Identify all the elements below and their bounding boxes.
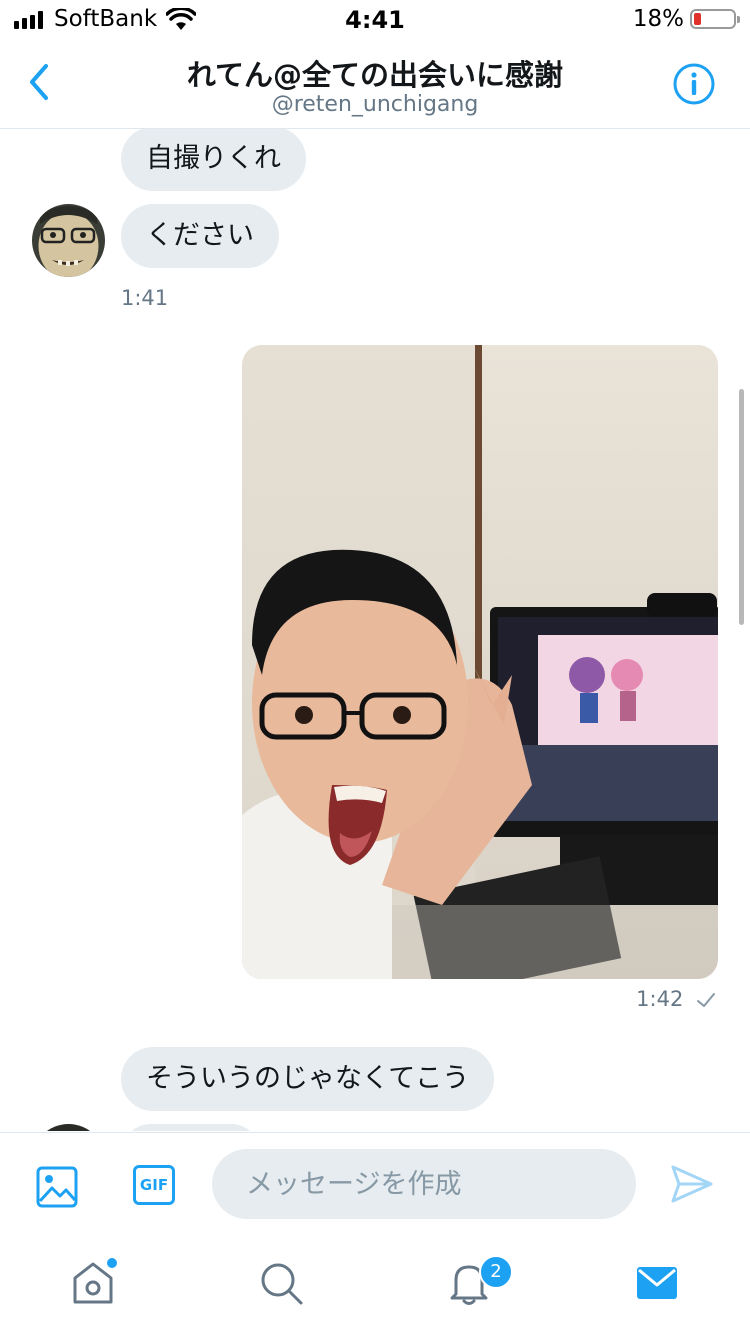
battery-percent: 18% xyxy=(632,6,684,32)
image-icon[interactable] xyxy=(35,1165,79,1209)
tab-bar xyxy=(0,1234,750,1334)
message-timestamp: 1:41 xyxy=(121,286,169,310)
back-chevron-icon[interactable] xyxy=(24,62,54,102)
send-icon[interactable] xyxy=(669,1161,715,1207)
messages-icon[interactable] xyxy=(632,1258,682,1308)
gif-button[interactable]: GIF xyxy=(133,1165,175,1205)
scrollbar[interactable] xyxy=(739,389,744,625)
checkmark-icon xyxy=(697,993,715,1007)
battery-icon xyxy=(690,9,740,29)
message-input[interactable] xyxy=(212,1149,636,1219)
incoming-message-bubble[interactable]: ください xyxy=(121,204,279,268)
status-bar: SoftBank 4:41 18% xyxy=(0,0,750,40)
conversation-header: れてん@全ての出会いに感謝 @reten_unchigang xyxy=(0,40,750,129)
selfie-image xyxy=(242,345,718,979)
notifications-badge: 2 xyxy=(479,1255,513,1289)
message-timestamp: 1:42 xyxy=(636,987,684,1011)
conversation-title[interactable]: れてん@全ての出会いに感謝 xyxy=(100,52,650,94)
message-composer: GIF xyxy=(0,1132,750,1235)
search-icon[interactable] xyxy=(256,1258,306,1308)
info-icon[interactable] xyxy=(672,62,716,106)
battery-level xyxy=(694,13,701,25)
incoming-message-bubble[interactable]: そういうのじゃなくてこう xyxy=(121,1047,495,1111)
conversation-handle: @reten_unchigang xyxy=(271,92,479,117)
sent-message-meta: 1:42 xyxy=(636,987,716,1011)
message-list[interactable]: 自撮りくれ ください 1:41 1:42 そういうのじゃなくてこう xyxy=(0,129,750,1131)
incoming-message-bubble[interactable]: 自撮りくれ xyxy=(121,129,306,191)
sender-avatar[interactable] xyxy=(32,1124,105,1131)
home-new-indicator xyxy=(105,1256,119,1270)
incoming-message-bubble-partial[interactable] xyxy=(121,1124,261,1131)
avatar-face-image xyxy=(32,204,105,277)
sender-avatar[interactable] xyxy=(32,204,105,277)
sent-photo[interactable] xyxy=(242,345,718,979)
